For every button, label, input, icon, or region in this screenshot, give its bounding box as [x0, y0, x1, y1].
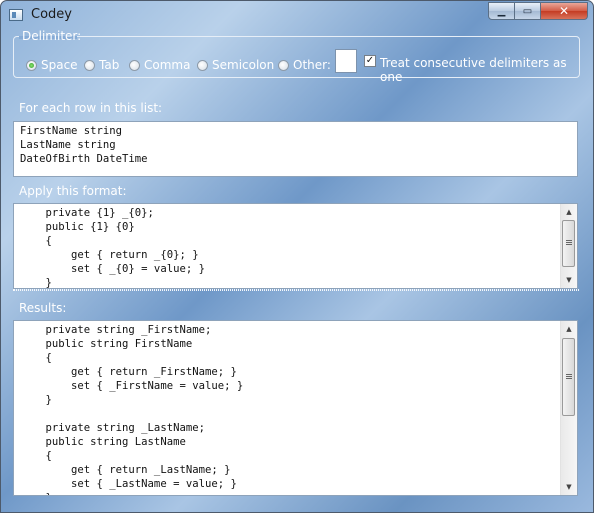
radio-other[interactable]: Other:: [278, 58, 331, 72]
radio-comma[interactable]: Comma: [129, 58, 190, 72]
format-scroll-up-icon[interactable]: ▲: [561, 204, 577, 220]
grip-line: [566, 378, 572, 379]
caption-buttons: ▁ ▭ ✕: [488, 2, 588, 20]
grid-splitter[interactable]: [13, 289, 579, 291]
grip-line: [566, 376, 572, 377]
format-section-label: Apply this format:: [19, 184, 127, 198]
radio-semicolon[interactable]: Semicolon: [197, 58, 274, 72]
grip-line: [566, 240, 572, 241]
radio-tab[interactable]: Tab: [84, 58, 119, 72]
results-scroll-up-icon[interactable]: ▲: [561, 321, 577, 337]
radio-space[interactable]: Space: [26, 58, 78, 72]
maximize-button[interactable]: ▭: [515, 2, 541, 20]
rows-section-label: For each row in this list:: [19, 101, 163, 115]
grip-line: [566, 242, 572, 243]
window-title: Codey: [31, 7, 72, 22]
grip-line: [566, 244, 572, 245]
treat-consecutive-label: Treat consecutive delimiters as one: [380, 56, 567, 84]
results-scroll-down-icon[interactable]: ▼: [561, 479, 577, 495]
results-section-label: Results:: [19, 301, 67, 315]
grip-line: [566, 374, 572, 375]
results-scroll-thumb[interactable]: [562, 338, 575, 416]
results-scrollbar[interactable]: ▲ ▼: [560, 321, 577, 495]
rows-text: FirstName string LastName string DateOfB…: [20, 125, 148, 165]
delimiter-legend: Delimiter:: [22, 29, 82, 43]
maximize-icon: ▭: [522, 5, 533, 17]
format-scrollbar[interactable]: ▲ ▼: [560, 204, 577, 288]
minimize-button[interactable]: ▁: [488, 2, 515, 20]
app-window: Codey ▁ ▭ ✕ Delimiter: Space Tab Comma S…: [0, 0, 594, 513]
radio-space-button[interactable]: [26, 59, 37, 71]
radio-comma-label: Comma: [144, 58, 191, 72]
minimize-icon: ▁: [497, 5, 506, 17]
rows-textbox[interactable]: FirstName string LastName string DateOfB…: [13, 121, 578, 177]
app-window-icon[interactable]: [9, 9, 23, 21]
format-scroll-thumb[interactable]: [562, 220, 575, 267]
radio-space-label: Space: [41, 58, 78, 72]
format-text: private {1} _{0}; public {1} {0} { get {…: [45, 207, 205, 289]
close-button[interactable]: ✕: [541, 2, 588, 20]
radio-semicolon-label: Semicolon: [212, 58, 275, 72]
title-bar[interactable]: Codey ▁ ▭ ✕: [1, 1, 593, 29]
radio-tab-button[interactable]: [84, 59, 95, 71]
close-icon: ✕: [558, 4, 570, 18]
other-delimiter-input[interactable]: [335, 49, 357, 73]
radio-semicolon-button[interactable]: [197, 59, 208, 71]
format-textbox[interactable]: private {1} _{0}; public {1} {0} { get {…: [13, 203, 578, 289]
format-scroll-down-icon[interactable]: ▼: [561, 272, 577, 288]
client-area: Delimiter: Space Tab Comma Semicolon Oth…: [8, 29, 584, 500]
radio-other-label: Other:: [293, 58, 331, 72]
radio-comma-button[interactable]: [129, 59, 140, 71]
results-text: private string _FirstName; public string…: [45, 324, 244, 495]
radio-other-button[interactable]: [278, 59, 289, 71]
results-textbox[interactable]: private string _FirstName; public string…: [13, 320, 578, 496]
radio-tab-label: Tab: [99, 58, 120, 72]
delimiter-group: Delimiter: Space Tab Comma Semicolon Oth…: [13, 29, 580, 84]
treat-consecutive-checkbox[interactable]: ✓: [364, 55, 376, 67]
